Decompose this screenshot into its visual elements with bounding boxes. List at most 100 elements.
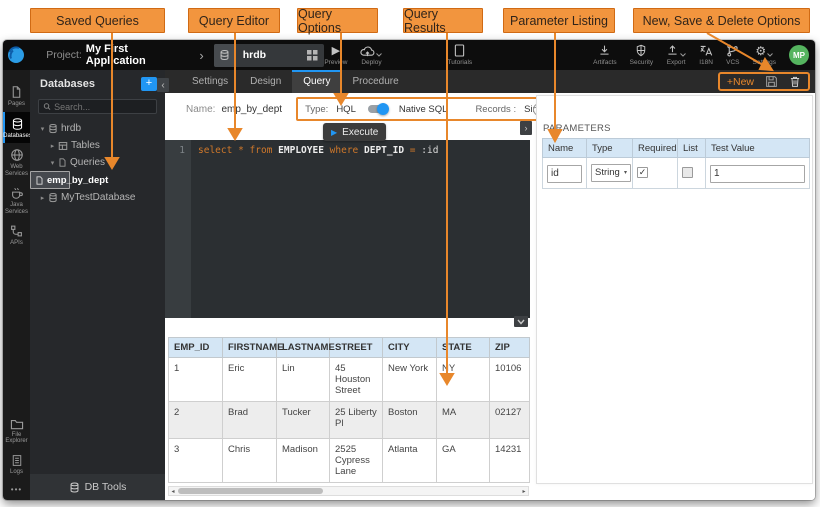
table-row[interactable]: 2BradTucker25 Liberty PlBostonMA02127	[169, 402, 530, 439]
database-icon	[48, 192, 58, 203]
callout-query-options: Query Options	[297, 8, 378, 33]
sidebar-item-databases[interactable]: Databases	[3, 112, 30, 144]
tab-design[interactable]: Design	[239, 70, 292, 93]
type-toggle[interactable]	[368, 105, 387, 113]
coffee-icon	[10, 186, 24, 200]
required-checkbox[interactable]: ✓	[637, 167, 648, 178]
code-line[interactable]: select * from EMPLOYEE where DEPT_ID = :…	[191, 140, 530, 318]
params-col-header: List	[678, 139, 706, 158]
collapse-editor-button[interactable]	[514, 316, 528, 327]
add-database-button[interactable]: +	[141, 77, 157, 91]
export-button[interactable]: Export	[666, 44, 686, 66]
type-option-hql[interactable]: HQL	[336, 104, 356, 115]
translate-icon	[699, 44, 713, 57]
caret-down-icon[interactable]: ▾	[48, 159, 57, 167]
param-name-input[interactable]	[547, 165, 582, 183]
panel-title: Databases	[40, 78, 141, 90]
more-options-icon[interactable]: •••	[3, 479, 30, 500]
results-col-header: ZIP	[490, 338, 530, 358]
db-tools-icon	[69, 482, 80, 493]
top-toolbar: ▶ Preview Deploy	[324, 44, 815, 66]
sidebar-item-java-services[interactable]: Java Services	[3, 181, 30, 219]
save-icon[interactable]	[765, 75, 778, 88]
query-actions-group: +New	[718, 72, 810, 91]
table-icon	[58, 141, 68, 151]
sidebar-item-pages[interactable]: Pages	[3, 80, 30, 112]
table-cell: New York	[383, 358, 437, 402]
caret-right-icon[interactable]: ▸	[38, 194, 47, 202]
table-cell: 14231	[490, 439, 530, 483]
download-icon	[598, 44, 611, 57]
tab-query[interactable]: Query	[292, 70, 341, 93]
scroll-left-icon[interactable]: ◂	[169, 488, 177, 495]
sidebar-item-logs[interactable]: Logs	[3, 449, 30, 480]
callout-query-editor: Query Editor	[188, 8, 280, 33]
project-name: My First Application	[86, 43, 188, 67]
param-type-select[interactable]: String ▾	[591, 164, 631, 182]
wavemaker-logo[interactable]	[3, 46, 29, 64]
scrollbar-thumb[interactable]	[178, 488, 323, 494]
collapse-panel-button[interactable]: ‹	[157, 78, 169, 92]
sidebar-item-apis[interactable]: APIs	[3, 219, 30, 251]
expand-panel-button[interactable]: ›	[520, 121, 532, 135]
tab-settings[interactable]: Settings	[181, 70, 239, 93]
tree-item-emp-by-dept[interactable]: emp_by_dept	[30, 171, 70, 189]
delete-icon[interactable]	[789, 75, 801, 88]
param-test-value-input[interactable]	[710, 165, 805, 183]
results-table: EMP_IDFIRSTNAMELASTNAMESTREETCITYSTATEZI…	[168, 337, 530, 483]
vcs-button[interactable]: VCS	[726, 44, 739, 66]
type-option-native-sql[interactable]: Native SQL	[399, 104, 448, 115]
table-row[interactable]: 3ChrisMadison2525 Cypress LaneAtlantaGA1…	[169, 439, 530, 483]
table-cell: Chris	[223, 439, 277, 483]
table-row[interactable]: 1EricLin45 Houston StreetNew YorkNY10106	[169, 358, 530, 402]
tree-item-mytestdatabase[interactable]: ▸ MyTestDatabase	[30, 189, 165, 206]
query-name-value[interactable]: emp_by_dept	[221, 104, 282, 115]
execute-button[interactable]: ▶ Execute	[323, 123, 386, 141]
api-icon	[10, 224, 23, 238]
list-checkbox[interactable]	[682, 167, 693, 178]
database-selector[interactable]: hrdb	[214, 44, 325, 67]
artifacts-button[interactable]: Artifacts	[593, 44, 616, 66]
results-col-header: CITY	[383, 338, 437, 358]
params-col-header: Test Value	[706, 139, 810, 158]
search-input[interactable]	[54, 102, 152, 112]
table-cell: 2525 Cypress Lane	[330, 439, 383, 483]
tutorials-button[interactable]: Tutorials	[447, 44, 472, 66]
db-tools-button[interactable]: DB Tools	[30, 474, 165, 500]
grid-view-icon[interactable]	[307, 50, 318, 61]
preview-button[interactable]: ▶ Preview	[324, 44, 347, 66]
deploy-button[interactable]: Deploy	[360, 44, 382, 66]
table-cell: GA	[437, 439, 490, 483]
folder-icon	[10, 418, 24, 430]
upload-icon	[666, 44, 686, 57]
tree-item-queries[interactable]: ▾ Queries	[30, 154, 165, 171]
table-cell: Lin	[277, 358, 330, 402]
new-query-button[interactable]: +New	[727, 76, 754, 88]
params-col-header: Name	[543, 139, 587, 158]
sidebar-item-file-explorer[interactable]: File Explorer	[3, 413, 30, 449]
caret-right-icon[interactable]: ▸	[48, 142, 57, 150]
globe-icon	[10, 148, 24, 162]
user-avatar[interactable]: MP	[789, 45, 809, 65]
sidebar-item-web-services[interactable]: Web Services	[3, 143, 30, 181]
table-cell: 3	[169, 439, 223, 483]
i18n-button[interactable]: I18N	[699, 44, 713, 66]
tab-procedure[interactable]: Procedure	[342, 70, 410, 93]
parameters-panel: PARAMETERS NameTypeRequiredListTest Valu…	[536, 95, 813, 484]
tree-item-tables[interactable]: ▸ Tables	[30, 137, 165, 154]
horizontal-scrollbar[interactable]: ◂ ▸	[168, 486, 529, 496]
caret-down-icon[interactable]: ▾	[38, 125, 47, 133]
database-icon	[214, 44, 236, 67]
shield-icon	[635, 44, 647, 57]
params-table: NameTypeRequiredListTest Value String ▾	[542, 138, 810, 189]
table-cell: Boston	[383, 402, 437, 439]
scroll-right-icon[interactable]: ▸	[520, 488, 528, 495]
sql-editor[interactable]: 1 select * from EMPLOYEE where DEPT_ID =…	[165, 140, 530, 318]
table-cell: Brad	[223, 402, 277, 439]
table-cell: Madison	[277, 439, 330, 483]
document-icon	[454, 44, 465, 57]
settings-button[interactable]: ⚙ Settings	[753, 44, 777, 66]
security-button[interactable]: Security	[630, 44, 653, 66]
logs-icon	[11, 454, 23, 467]
tree-item-hrdb[interactable]: ▾ hrdb	[30, 120, 165, 137]
